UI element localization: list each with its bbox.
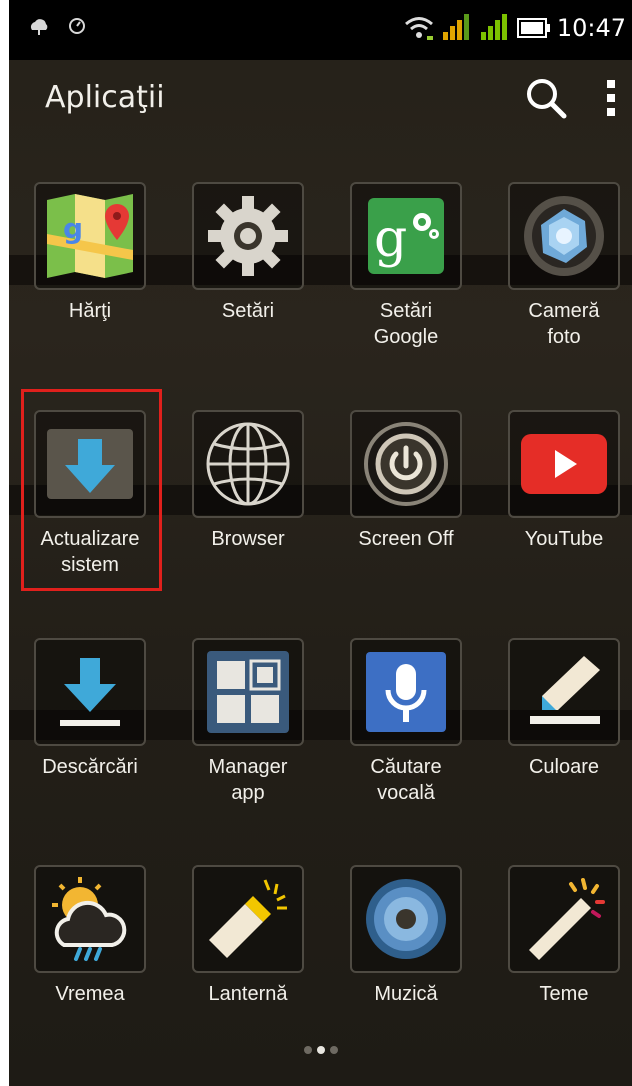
- speedometer-icon: [69, 18, 85, 34]
- app-label: Teme: [539, 983, 589, 1005]
- app-tile-teme[interactable]: Teme: [494, 865, 632, 1007]
- app-tile-camera-foto[interactable]: Cameră foto: [494, 182, 632, 350]
- app-label: Screen Off: [358, 528, 454, 550]
- svg-text:g: g: [63, 212, 83, 245]
- power-icon: [364, 422, 448, 506]
- app-label: Manager: [208, 756, 288, 778]
- app-label: Muzică: [374, 983, 438, 1005]
- app-tile-manager-app[interactable]: Manager app: [178, 638, 318, 806]
- app-label-line2: vocală: [377, 782, 435, 804]
- status-bar: 10:47: [9, 0, 632, 60]
- page-indicator: [304, 1046, 338, 1054]
- svg-text:g: g: [374, 209, 407, 269]
- app-tile-browser[interactable]: Browser: [178, 410, 318, 552]
- app-tile-harti[interactable]: g Hărţi: [20, 182, 160, 324]
- maps-icon: g: [47, 194, 133, 278]
- weather-icon: [52, 877, 127, 961]
- app-label: Căutare: [370, 756, 442, 778]
- app-label: Lanternă: [208, 983, 288, 1005]
- app-bar: Aplicaţii: [9, 60, 632, 140]
- wifi-icon: [404, 17, 433, 40]
- app-label-line2: foto: [547, 326, 581, 348]
- app-tile-lanterna[interactable]: Lanternă: [178, 865, 318, 1007]
- gear-icon: [208, 196, 288, 276]
- app-tile-screen-off[interactable]: Screen Off: [336, 410, 476, 552]
- app-tile-descarcari[interactable]: Descărcări: [20, 638, 160, 780]
- app-tile-setari[interactable]: Setări: [178, 182, 318, 324]
- app-label: Vremea: [55, 983, 125, 1005]
- globe-icon: [206, 422, 290, 506]
- app-tile-cautare-vocala[interactable]: Căutare vocală: [336, 638, 476, 806]
- speaker-icon: [366, 879, 446, 959]
- download-icon: [60, 658, 120, 726]
- magic-wand-icon: [529, 878, 605, 960]
- app-drawer-screen: 10:47 Aplicaţii g Hărţi Setări g Setări …: [9, 0, 632, 1086]
- signal-sim1-icon: [442, 14, 469, 40]
- page-title: Aplicaţii: [45, 80, 165, 115]
- app-label: Cameră: [528, 300, 600, 322]
- app-tile-muzica[interactable]: Muzică: [336, 865, 476, 1007]
- signal-sim2-icon: [480, 14, 507, 40]
- app-label: Setări: [221, 300, 275, 322]
- highlight-box: [21, 389, 162, 591]
- search-icon[interactable]: [524, 76, 568, 120]
- page-dot-active[interactable]: [317, 1046, 325, 1054]
- google-settings-icon: g: [368, 198, 444, 274]
- app-label: Culoare: [528, 756, 600, 778]
- app-tile-setari-google[interactable]: g Setări Google: [336, 182, 476, 350]
- app-manager-icon: [207, 651, 289, 733]
- brush-icon: [530, 656, 600, 724]
- microphone-icon: [366, 652, 446, 732]
- app-label: Setări: [379, 300, 433, 322]
- battery-icon: [516, 18, 550, 38]
- app-label: Hărţi: [68, 300, 112, 322]
- app-tile-youtube[interactable]: YouTube: [494, 410, 632, 552]
- flashlight-icon: [209, 879, 287, 958]
- app-label-line2: app: [231, 782, 265, 804]
- overflow-menu-icon[interactable]: [605, 78, 617, 118]
- app-label: YouTube: [524, 528, 604, 550]
- clock: 10:47: [556, 14, 626, 42]
- cloud-icon: [30, 19, 48, 35]
- app-label: Descărcări: [42, 756, 138, 778]
- page-dot[interactable]: [304, 1046, 312, 1054]
- page-dot[interactable]: [330, 1046, 338, 1054]
- app-label: Browser: [211, 528, 285, 550]
- app-tile-culoare[interactable]: Culoare: [494, 638, 632, 780]
- app-label-line2: Google: [373, 326, 439, 348]
- app-tile-vremea[interactable]: Vremea: [20, 865, 160, 1007]
- youtube-icon: [521, 434, 607, 494]
- camera-icon: [524, 196, 604, 276]
